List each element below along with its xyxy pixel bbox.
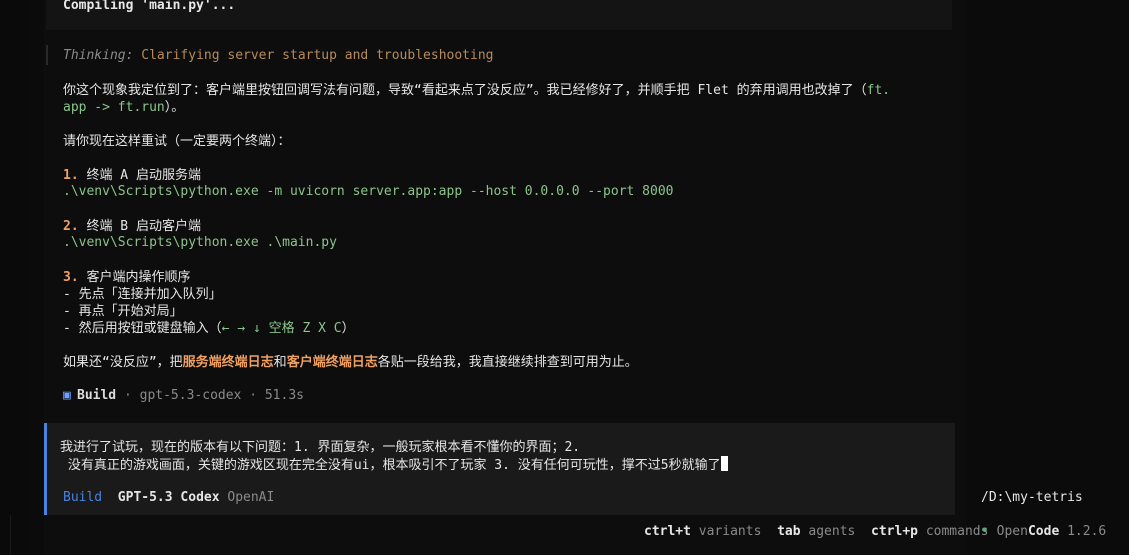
build-square-icon: ▣ [63,388,71,403]
reply-ask: 请你现在这样重试（一定要两个终端）： [63,134,291,149]
step-2-command: .\venv\Scripts\python.exe .\main.py [63,235,337,250]
prompt-line-2: 没有真正的游戏画面，关键的游戏区现在完全没有ui，根本吸引不了玩家 3. 没有任… [60,458,721,473]
left-gutter [0,0,28,555]
brand-code: Code [1027,524,1060,539]
shortcut-key: ctrl+t [644,524,691,539]
highlight-client-log: 客户端终端日志 [286,355,378,370]
reply-line-1: 你这个现象我定位到了：客户端里按钮回调写法有问题，导致“看起来点了没反应”。我已… [63,82,890,99]
reply-text: ）。 [164,100,185,115]
inline-code: ft. [866,83,891,98]
working-directory: /D:\my-tetris [981,490,1083,505]
step-3-heading: 3. 客户端内操作顺序 [63,269,191,286]
step-label: 客户端内操作顺序 [86,270,191,285]
step-label: 终端 A 启动服务端 [86,168,201,183]
build-meta: ▣ Build · gpt-5.3-codex · 51.3s [63,388,304,403]
shortcut-desc: agents [808,524,856,539]
step-1-heading: 1. 终端 A 启动服务端 [63,167,201,184]
shortcut-desc: commands [925,524,989,539]
app-version: • OpenCode 1.2.6 [981,524,1106,539]
provider-name: OpenAI [227,490,275,505]
reply-text: 和 [273,355,287,370]
list-item: - 再点「开始对局」 [63,304,183,319]
build-model: gpt-5.3-codex [139,388,242,403]
brand-open: Open [996,524,1028,539]
step-1-command: .\venv\Scripts\python.exe -m uvicorn ser… [63,184,674,199]
separator: · [116,388,140,403]
reply-line-2: app -> ft.run）。 [63,99,184,116]
separator: · [241,388,265,403]
list-item: - 先点「连接并加入队列」 [63,287,222,302]
shortcut-desc: variants [698,524,762,539]
thinking-bar [46,45,48,65]
list-item-text: - 然后用按钮或键盘输入（ [63,321,222,336]
reply-text: 你这个现象我定位到了：客户端里按钮回调写法有问题，导致“看起来点了没反应”。我已… [63,83,867,98]
prompt-footer: Build GPT-5.3 Codex OpenAI [63,490,274,505]
model-name[interactable]: GPT-5.3 Codex [118,490,220,505]
list-item: - 然后用按钮或键盘输入（← → ↓ 空格 Z X C） [63,320,355,337]
step-label: 终端 B 启动客户端 [86,219,201,234]
list-item-close: ） [341,321,355,336]
compiling-status: Compiling 'main.py'... [63,0,236,13]
sidebar [966,0,1129,555]
shortcut-key: tab [777,524,801,539]
build-mode: Build [77,388,117,403]
build-time: 51.3s [264,388,304,403]
thinking-title: Clarifying server startup and troublesho… [141,48,494,63]
version-number: 1.2.6 [1067,524,1107,539]
step-2-heading: 2. 终端 B 启动客户端 [63,218,201,235]
inline-code: app -> ft.run [63,100,165,115]
status-dot-icon: • [981,524,989,539]
highlight-server-log: 服务端终端日志 [182,355,274,370]
prompt-line-1: 我进行了试玩，现在的版本有以下问题：1. 界面复杂，一般玩家根本看不懂你的界面；… [60,440,581,455]
thinking-header[interactable]: Thinking: Clarifying server startup and … [63,48,493,63]
prompt-input-text[interactable]: 我进行了试玩，现在的版本有以下问题：1. 界面复杂，一般玩家根本看不懂你的界面；… [60,439,728,474]
text-cursor [720,456,728,471]
reply-text: 各贴一段给我，我直接继续排查到可用为止。 [377,355,638,370]
shortcut-hints: ctrl+t variants tab agents ctrl+p comman… [644,524,988,539]
reply-final: 如果还“没反应”，把服务端终端日志和客户端终端日志各贴一段给我，我直接继续排查到… [63,354,638,371]
step-number: 3. [63,270,79,285]
step-number: 2. [63,219,79,234]
step-number: 1. [63,168,79,183]
shortcut-key: ctrl+p [871,524,918,539]
key-hints: ← → ↓ 空格 Z X C [221,321,342,336]
gutter-marker [0,515,11,555]
agent-mode[interactable]: Build [63,490,102,505]
reply-text: 如果还“没反应”，把 [63,355,183,370]
thinking-label: Thinking: [63,48,134,63]
